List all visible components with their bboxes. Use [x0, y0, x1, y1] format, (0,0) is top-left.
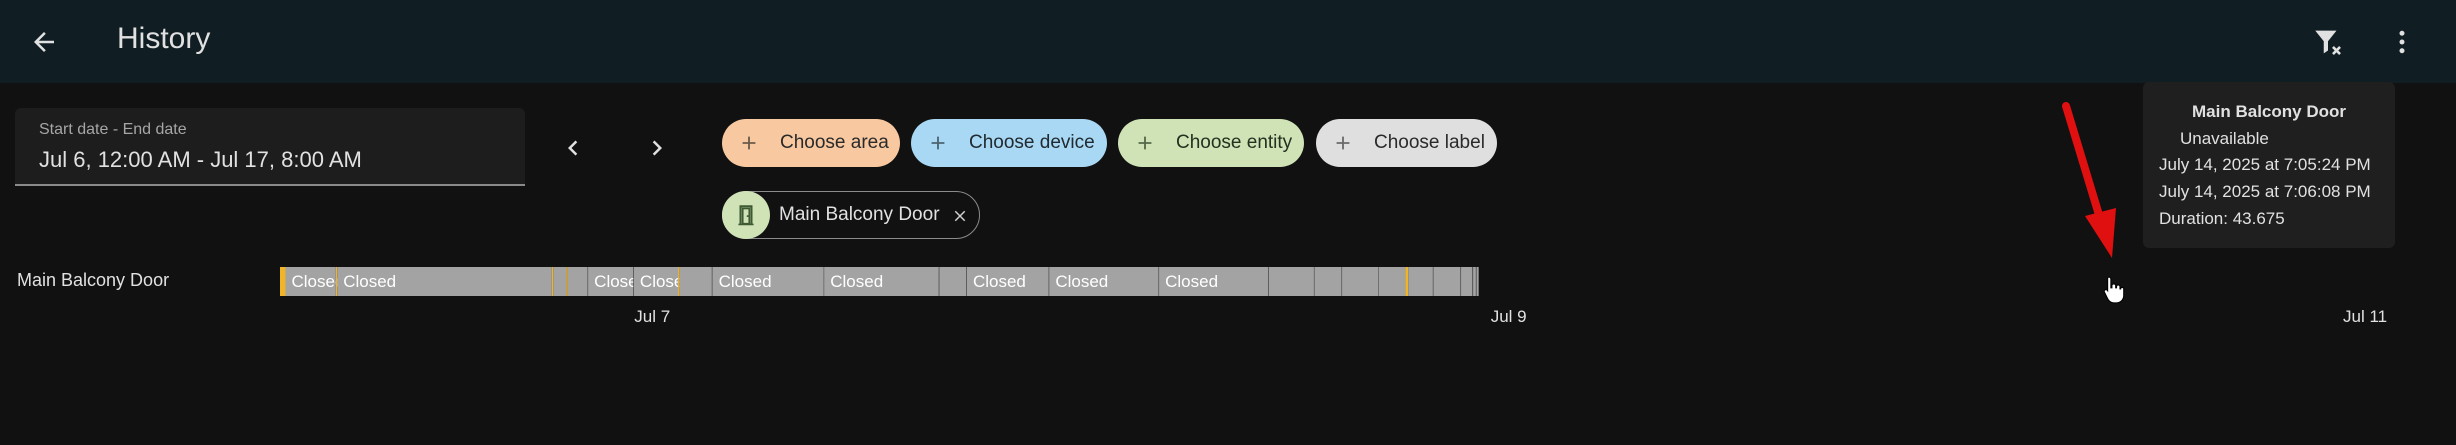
timeline-segment-closed[interactable] — [588, 267, 634, 296]
timeline-segment-closed[interactable] — [1268, 267, 1314, 296]
filter-remove-icon — [2315, 30, 2341, 55]
date-range-picker[interactable]: Start date - End date Jul 6, 12:00 AM - … — [15, 108, 525, 186]
clear-filter-button[interactable] — [2300, 14, 2356, 70]
previous-range-button[interactable] — [545, 120, 601, 176]
selected-entity-label: Main Balcony Door — [779, 204, 940, 225]
timeline-entity-label: Main Balcony Door — [17, 270, 170, 290]
timeline-segment-closed[interactable] — [1159, 267, 1269, 296]
door-icon — [738, 205, 754, 226]
timeline-segment-open[interactable] — [678, 267, 680, 296]
tooltip-duration: Duration: 43.675 — [2159, 209, 2285, 228]
timeline-segment-open[interactable] — [551, 267, 554, 296]
timeline-segment-closed[interactable] — [1342, 267, 1378, 296]
timeline-segment-closed[interactable] — [337, 267, 552, 296]
timeline-segment-closed[interactable] — [553, 267, 567, 296]
history-tooltip: Main Balcony Door Unavailable July 14, 2… — [2143, 82, 2395, 248]
axis-tick-label: Jul 9 — [1491, 307, 1527, 326]
chip-label: Choose area — [780, 132, 889, 153]
timeline-segment-open[interactable] — [1405, 267, 1409, 296]
chip-label: Choose device — [969, 132, 1095, 153]
chip-label: Choose entity — [1176, 132, 1293, 153]
plus-icon — [931, 136, 945, 150]
timeline-segment-closed[interactable] — [1476, 267, 1479, 296]
remove-entity-button[interactable] — [949, 205, 971, 227]
dots-vertical-icon — [2399, 30, 2405, 54]
tooltip-state: Unavailable — [2180, 129, 2269, 148]
page-title: History — [117, 22, 211, 55]
choose-area-chip[interactable]: Choose area — [722, 119, 900, 167]
selected-entity-chip[interactable]: Main Balcony Door — [722, 191, 980, 239]
timeline-segment-closed[interactable] — [1408, 267, 1433, 296]
choose-label-chip[interactable]: Choose label — [1316, 119, 1497, 167]
timeline-segment-closed[interactable] — [285, 267, 336, 296]
tooltip-title: Main Balcony Door — [2192, 102, 2346, 121]
top-app-bar: History — [0, 0, 2456, 83]
timeline-segment-closed[interactable] — [1461, 267, 1473, 296]
choose-entity-chip[interactable]: Choose entity — [1118, 119, 1304, 167]
timeline-segment-closed[interactable] — [1378, 267, 1406, 296]
more-options-button[interactable] — [2374, 14, 2430, 70]
hand-cursor-icon — [2103, 276, 2125, 304]
timeline-segment-closed[interactable] — [966, 267, 1049, 296]
back-button[interactable] — [16, 14, 72, 70]
timeline-segment-open[interactable] — [566, 267, 568, 296]
arrow-left-icon — [34, 32, 54, 52]
timeline-segment-open[interactable] — [280, 267, 286, 296]
tooltip-end-time: July 14, 2025 at 7:06:08 PM — [2159, 182, 2371, 201]
selected-entity-icon-wrap — [722, 191, 770, 239]
plus-icon — [742, 136, 756, 150]
chevron-left-icon — [568, 140, 578, 156]
timeline-segment-closed[interactable] — [679, 267, 712, 296]
tooltip-start-time: July 14, 2025 at 7:05:24 PM — [2159, 155, 2371, 174]
axis-tick-label: Jul 11 — [2343, 307, 2387, 326]
timeline-segment-closed[interactable] — [939, 267, 967, 296]
timeline-segment-closed[interactable] — [1314, 267, 1342, 296]
timeline-segment-closed[interactable] — [1433, 267, 1461, 296]
close-icon — [954, 210, 966, 222]
timeline-segment-closed[interactable] — [1049, 267, 1159, 296]
timeline-segment-closed[interactable] — [633, 267, 679, 296]
next-range-button[interactable] — [629, 120, 685, 176]
timeline-segment-closed[interactable] — [1473, 267, 1476, 296]
timeline-segment-closed[interactable] — [567, 267, 588, 296]
axis-tick-label: Jul 7 — [634, 307, 670, 326]
timeline-segment-closed[interactable] — [824, 267, 939, 296]
timeline-segment-closed[interactable] — [712, 267, 824, 296]
chip-label: Choose label — [1374, 132, 1485, 153]
plus-icon — [1336, 136, 1350, 150]
plus-icon — [1138, 136, 1152, 150]
date-range-value: Jul 6, 12:00 AM - Jul 17, 8:00 AM — [39, 147, 362, 172]
timeline-segment-open[interactable] — [335, 267, 338, 296]
red-arrow-annotation — [2062, 102, 2116, 258]
choose-device-chip[interactable]: Choose device — [911, 119, 1107, 167]
chevron-right-icon — [652, 140, 662, 156]
date-range-label: Start date - End date — [39, 121, 187, 138]
